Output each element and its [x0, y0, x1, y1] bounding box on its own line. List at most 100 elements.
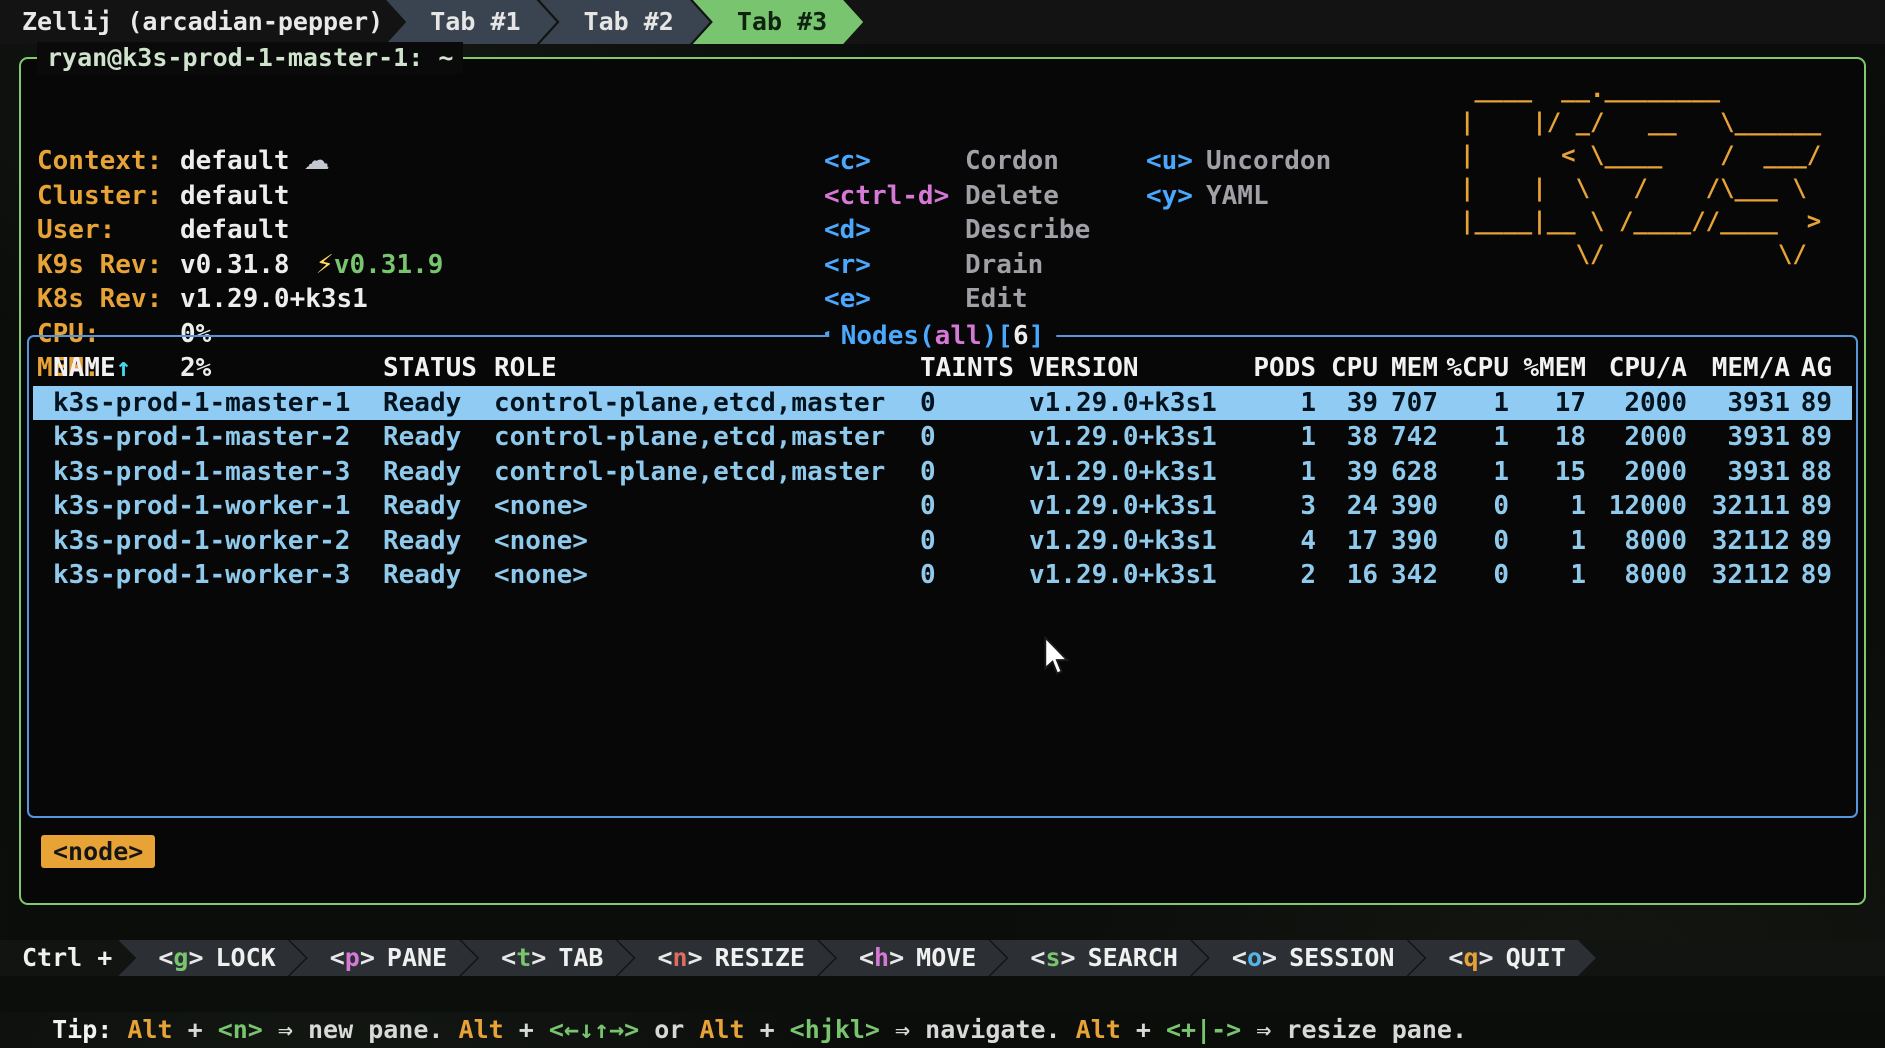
statusbar-segment: <n>RESIZE: [617, 940, 835, 976]
cell-version: v1.29.0+k3s1: [1029, 386, 1229, 421]
tab[interactable]: Tab #2: [540, 0, 710, 44]
cell-mema: 32112: [1687, 524, 1790, 559]
tip-part: Alt: [459, 1015, 504, 1044]
col-pmem: %MEM: [1509, 351, 1586, 386]
ctrl-modifier-label: Ctrl +: [0, 940, 134, 976]
tab[interactable]: Tab #1: [386, 0, 556, 44]
hotkey: <d>: [824, 213, 965, 248]
table-row[interactable]: k3s-prod-1-master-2 Ready control-plane,…: [33, 420, 1852, 455]
col-taints: TAINTS: [920, 351, 1029, 386]
bracket-close: >: [531, 943, 546, 972]
cell-cpua: 8000: [1586, 558, 1687, 593]
k9s-logo-line: ____ __.________: [1460, 73, 1821, 106]
tip-part: <+|->: [1166, 1015, 1241, 1044]
cell-role: <none>: [494, 524, 920, 559]
tip-part: <hjkl>: [790, 1015, 880, 1044]
info-value: default: [180, 146, 290, 176]
cell-pods: 1: [1229, 386, 1316, 421]
cell-age: 89: [1790, 489, 1832, 524]
table-row[interactable]: k3s-prod-1-worker-2 Ready <none> 0 v1.29…: [33, 524, 1852, 559]
zellij-tip-bar: Tip: Alt + <n> ⇒ new pane. Alt + <←↓↑→> …: [0, 976, 1885, 1012]
cell-taints: 0: [920, 558, 1029, 593]
segment-label: PANE: [387, 943, 447, 972]
info-label: Context:: [37, 144, 180, 179]
menu-hint: <r>Drain: [824, 248, 1090, 283]
table-row[interactable]: k3s-prod-1-master-1 Ready control-plane,…: [33, 386, 1852, 421]
hotkey-action: Uncordon: [1206, 146, 1331, 176]
bracket-open: <: [1030, 943, 1045, 972]
cell-mema: 32112: [1687, 558, 1790, 593]
cell-cpu: 24: [1316, 489, 1378, 524]
cell-taints: 0: [920, 420, 1029, 455]
k9s-hotkey-menu-col2: <u>Uncordon<y>YAML: [1146, 75, 1331, 282]
hotkey: <u>: [1146, 144, 1206, 179]
tip-part: or: [639, 1015, 699, 1044]
info-value: default: [180, 215, 290, 245]
cell-version: v1.29.0+k3s1: [1029, 489, 1229, 524]
hotkey-action: Describe: [965, 215, 1090, 245]
k9s-ascii-logo: ____ __.________| |/ _/ __ \______| < \_…: [1460, 73, 1821, 271]
tip-part: ⇒ navigate.: [880, 1015, 1076, 1044]
title-bracket-close: ]: [1029, 321, 1045, 351]
cell-name: k3s-prod-1-worker-1: [53, 489, 383, 524]
cell-age: 89: [1790, 558, 1832, 593]
info-label: K8s Rev:: [37, 282, 180, 317]
cell-name: k3s-prod-1-worker-2: [53, 524, 383, 559]
col-status: STATUS: [383, 351, 494, 386]
cell-version: v1.29.0+k3s1: [1029, 524, 1229, 559]
col-mema: MEM/A: [1687, 351, 1790, 386]
tab[interactable]: Tab #3: [693, 0, 863, 44]
statusbar-segment: <p>PANE: [290, 940, 477, 976]
bracket-close: >: [360, 943, 375, 972]
cell-pmem: 1: [1509, 524, 1586, 559]
hotkey-action: Edit: [965, 284, 1028, 314]
cell-name: k3s-prod-1-master-2: [53, 420, 383, 455]
breadcrumb-node: <node>: [41, 835, 155, 868]
hotkey-letter: s: [1045, 943, 1060, 972]
title-resource: Nodes(: [841, 321, 935, 351]
table-row[interactable]: k3s-prod-1-master-3 Ready control-plane,…: [33, 455, 1852, 490]
k9s-logo-line: |____|__ \ /____//____ >: [1460, 205, 1821, 238]
bracket-close: >: [1262, 943, 1277, 972]
cell-name: k3s-prod-1-worker-3: [53, 558, 383, 593]
bracket-close: >: [688, 943, 703, 972]
bracket-open: <: [330, 943, 345, 972]
cell-mema: 32111: [1687, 489, 1790, 524]
menu-hint: <u>Uncordon: [1146, 144, 1331, 179]
bracket-open: <: [501, 943, 516, 972]
upgrade-bolt-icon: ⚡: [316, 250, 334, 280]
k9s-logo-line: | < \____ / ___/: [1460, 139, 1821, 172]
table-row[interactable]: k3s-prod-1-worker-1 Ready <none> 0 v1.29…: [33, 489, 1852, 524]
cell-role: control-plane,etcd,master: [494, 455, 920, 490]
cell-mem: 342: [1378, 558, 1438, 593]
col-pcpu: %CPU: [1438, 351, 1509, 386]
menu-hint: <ctrl-d>Delete: [824, 179, 1090, 214]
bracket-open: <: [657, 943, 672, 972]
info-label: User:: [37, 213, 180, 248]
cloud-icon: ☁: [304, 146, 330, 176]
segment-hotkey: <n>: [657, 943, 702, 972]
tip-part: Alt: [699, 1015, 744, 1044]
segment-hotkey: <s>: [1030, 943, 1075, 972]
table-row[interactable]: k3s-prod-1-worker-3 Ready <none> 0 v1.29…: [33, 558, 1852, 593]
info-label: Cluster:: [37, 179, 180, 214]
hotkey-action: Cordon: [965, 146, 1059, 176]
hotkey-action: Delete: [965, 181, 1059, 211]
bracket-open: <: [158, 943, 173, 972]
hotkey-letter: g: [173, 943, 188, 972]
statusbar-segment: <g>LOCK: [118, 940, 305, 976]
cell-pmem: 18: [1509, 420, 1586, 455]
info-line: User:default: [37, 213, 443, 248]
cell-status: Ready: [383, 386, 494, 421]
cell-pmem: 17: [1509, 386, 1586, 421]
title-bracket: )[: [982, 321, 1013, 351]
tip-part: +: [1121, 1015, 1166, 1044]
cell-version: v1.29.0+k3s1: [1029, 558, 1229, 593]
cell-taints: 0: [920, 489, 1029, 524]
bracket-open: <: [1232, 943, 1247, 972]
cell-version: v1.29.0+k3s1: [1029, 420, 1229, 455]
cell-pcpu: 0: [1438, 558, 1509, 593]
statusbar-segment: <h>MOVE: [819, 940, 1006, 976]
cell-role: <none>: [494, 489, 920, 524]
segment-hotkey: <t>: [501, 943, 546, 972]
